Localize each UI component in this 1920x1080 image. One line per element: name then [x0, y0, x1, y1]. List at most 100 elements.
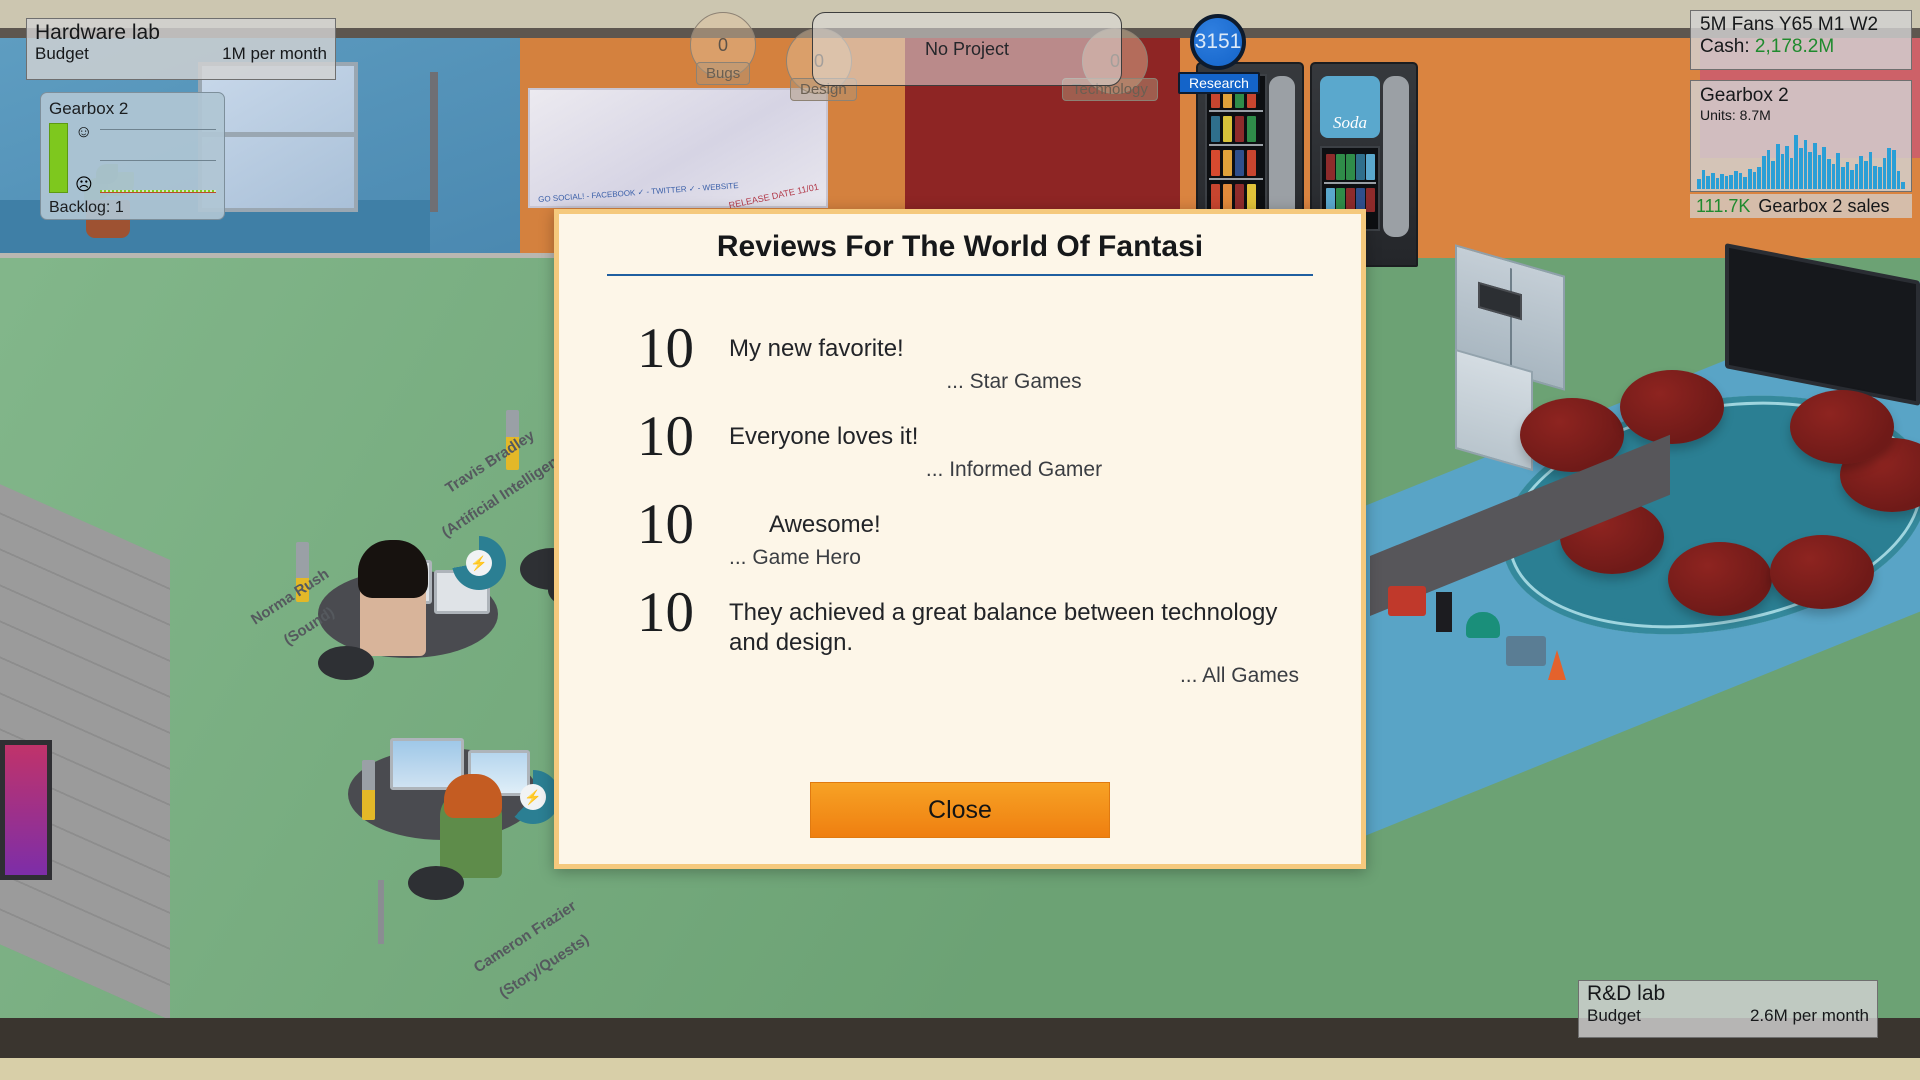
sales-bar — [1901, 181, 1905, 189]
review-score: 10 — [637, 317, 694, 380]
sales-bar — [1822, 147, 1826, 189]
research-points-badge[interactable]: 3151 — [1190, 14, 1246, 70]
sales-bar — [1836, 153, 1840, 189]
sales-bar — [1715, 177, 1720, 189]
sales-bar — [1873, 165, 1877, 189]
review-text: My new favorite! — [729, 335, 904, 362]
rnd-lab-title: R&D lab — [1587, 982, 1666, 1005]
current-project-panel[interactable]: No Project — [812, 12, 1122, 86]
close-button[interactable]: Close — [810, 782, 1110, 838]
sales-bar-chart — [1697, 135, 1905, 189]
sales-bar — [1850, 169, 1854, 189]
soda-keypad[interactable] — [1383, 76, 1409, 237]
vending-glass — [1205, 74, 1267, 242]
review-author: ... All Games — [1179, 664, 1299, 687]
review-author: ... Star Games — [946, 370, 1082, 393]
rnd-lab-panel[interactable]: R&D lab Budget 2.6M per month — [1578, 980, 1878, 1038]
sales-bar — [1748, 168, 1752, 189]
fans-date-line: 5M Fans Y65 M1 W2 — [1700, 14, 1879, 35]
sales-bar — [1877, 167, 1882, 189]
mood-bar — [362, 760, 375, 820]
sales-panel-title: Gearbox 2 — [1700, 85, 1789, 106]
happy-face-icon: ☺ — [75, 122, 93, 141]
sales-bar — [1701, 169, 1706, 189]
project-dotted-bar — [99, 190, 216, 193]
beanbag — [1790, 390, 1894, 464]
current-project-label: No Project — [924, 38, 1010, 59]
sales-bar — [1720, 174, 1724, 189]
sales-bar — [1780, 153, 1785, 189]
sales-bar — [1826, 159, 1831, 189]
review-item: 10 They achieved a great balance between … — [637, 581, 1299, 688]
floor-bottom-trim — [0, 1058, 1920, 1080]
whiteboard-frame-left — [430, 72, 438, 212]
review-score: 10 — [637, 581, 694, 644]
review-item: 10 My new favorite! ... Star Games — [637, 317, 1299, 394]
office-chair — [318, 646, 374, 680]
figure-dark — [1436, 592, 1452, 632]
sales-bar — [1724, 176, 1729, 189]
sales-bar — [1845, 162, 1850, 189]
sales-bar — [1854, 164, 1859, 189]
sales-bar — [1882, 157, 1887, 189]
sales-bar — [1785, 145, 1789, 189]
hardware-lab-budget-value: 1M per month — [222, 44, 327, 63]
whiteboard: GO SOCIAL! - FACEBOOK ✓ - TWITTER ✓ - WE… — [528, 88, 828, 210]
review-body: Awesome! ... Game Hero — [729, 498, 1299, 570]
cash-label: Cash: — [1700, 36, 1750, 57]
sales-bar — [1743, 177, 1748, 189]
sales-panel-units: Units: 8.7M — [1700, 107, 1771, 123]
hardware-project-card[interactable]: Gearbox 2 ☺ ☹ Backlog: 1 — [40, 92, 225, 220]
rnd-lab-budget-label: Budget — [1587, 1006, 1641, 1025]
sales-bar — [1896, 171, 1901, 189]
sad-face-icon: ☹ — [75, 175, 93, 194]
sales-bar — [1831, 163, 1836, 189]
review-text: Everyone loves it! — [729, 423, 919, 450]
wall-monitor — [0, 740, 52, 880]
stat-label-bugs: Bugs — [696, 62, 751, 85]
sales-bar — [1808, 151, 1813, 189]
sales-bar — [1887, 147, 1891, 189]
sales-bar — [1761, 156, 1766, 189]
cash-value: 2,178.2M — [1754, 36, 1835, 57]
sales-bar — [1817, 155, 1822, 189]
sales-bar — [1738, 173, 1743, 189]
sales-bar — [1859, 156, 1864, 189]
review-author: ... Game Hero — [729, 546, 861, 569]
sales-bar — [1813, 142, 1817, 189]
progress-ring-icon: ⚡ — [466, 550, 492, 576]
review-body: Everyone loves it! ... Informed Gamer — [729, 410, 1299, 482]
review-item: 10 Awesome! ... Game Hero — [637, 496, 1299, 570]
blue-box — [1506, 636, 1546, 666]
hardware-lab-title: Hardware lab — [35, 21, 160, 44]
review-body: My new favorite! ... Star Games — [729, 322, 1299, 394]
sales-bar — [1868, 151, 1873, 189]
review-list: 10 My new favorite! ... Star Games 10 Everyo… — [559, 276, 1361, 782]
dialog-title: Reviews For The World Of Fantasi — [716, 230, 1204, 263]
progress-ring-icon: ⚡ — [520, 784, 546, 810]
red-box — [1388, 586, 1426, 616]
progress-ring: ⚡ — [452, 536, 506, 590]
sales-footer-value: 111.7K — [1696, 195, 1751, 216]
hardware-project-title: Gearbox 2 — [49, 99, 129, 118]
sales-panel[interactable]: Gearbox 2 Units: 8.7M — [1690, 80, 1912, 192]
sales-bar — [1794, 135, 1799, 189]
beanbag — [1620, 370, 1724, 444]
review-body: They achieved a great balance between te… — [729, 586, 1299, 688]
sales-bar — [1729, 174, 1734, 189]
sales-bar — [1771, 160, 1775, 189]
sales-bar — [1697, 178, 1701, 189]
soda-sign: Soda — [1320, 76, 1380, 138]
sales-bar — [1710, 172, 1715, 189]
sales-bar — [1734, 171, 1738, 189]
beanbag — [1770, 535, 1874, 609]
fans-cash-panel[interactable]: 5M Fans Y65 M1 W2 Cash: 2,178.2M — [1690, 10, 1912, 70]
sales-bar — [1799, 147, 1803, 189]
hardware-lab-panel[interactable]: Hardware lab Budget 1M per month — [26, 18, 336, 80]
sales-bar — [1840, 166, 1845, 189]
review-text: They achieved a great balance between te… — [729, 599, 1278, 656]
beanbag — [1668, 542, 1772, 616]
sales-bar — [1789, 157, 1794, 189]
green-lamp — [1466, 612, 1500, 638]
sales-footer: 111.7K Gearbox 2 sales — [1690, 194, 1912, 218]
